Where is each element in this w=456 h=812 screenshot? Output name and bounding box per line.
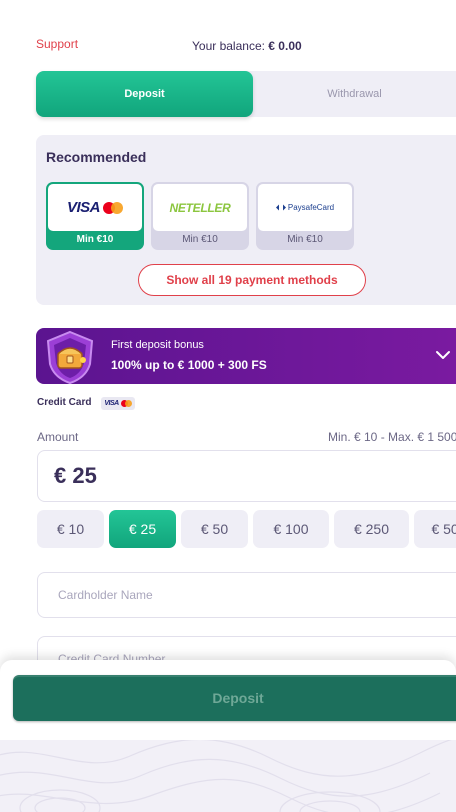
amount-range: Min. € 10 - Max. € 1 500 (328, 430, 456, 444)
visa-small-text: VISA (104, 400, 119, 407)
cardholder-name-field[interactable]: Cardholder Name (37, 572, 456, 618)
payment-method-min: Min €10 (182, 234, 218, 245)
balance-value: € 0.00 (268, 39, 302, 53)
amount-label: Amount (37, 430, 79, 444)
paysafecard-logo: PaysafeCard (258, 184, 352, 231)
visa-logo-text: VISA (66, 199, 101, 216)
amount-input[interactable]: € 25 (37, 450, 456, 502)
neteller-logo-text: NETELLER (169, 200, 231, 215)
payment-method-min: Min €10 (287, 234, 323, 245)
payment-method-neteller[interactable]: NETELLER Min €10 (151, 182, 249, 250)
amount-preset-25[interactable]: € 25 (109, 510, 176, 548)
bonus-title: First deposit bonus (111, 339, 204, 351)
amount-value: € 25 (54, 463, 97, 488)
treasure-chest-shield-icon (46, 330, 94, 384)
deposit-button[interactable]: Deposit (13, 675, 456, 721)
amount-preset-50[interactable]: € 50 (181, 510, 248, 548)
cardholder-name-placeholder: Cardholder Name (58, 588, 153, 602)
background-pattern (0, 738, 456, 812)
chevron-down-icon[interactable] (434, 346, 452, 364)
amount-preset-100[interactable]: € 100 (253, 510, 329, 548)
bottom-action-bar: Deposit (0, 660, 456, 740)
payment-method-visa[interactable]: VISA Min €10 (46, 182, 144, 250)
tab-deposit[interactable]: Deposit (36, 71, 253, 117)
deposit-panel: Support Your balance: € 0.00 Deposit Wit… (0, 0, 456, 740)
amount-preset-250[interactable]: € 250 (334, 510, 409, 548)
balance-label: Your balance: (192, 39, 265, 53)
mastercard-icon (103, 201, 123, 214)
visa-mastercard-logo: VISA (48, 184, 142, 231)
amount-preset-10[interactable]: € 10 (37, 510, 104, 548)
tab-withdrawal[interactable]: Withdrawal (253, 71, 456, 117)
paysafecard-arrows-icon (275, 204, 286, 211)
visa-mastercard-icon: VISA (101, 397, 135, 410)
show-all-methods-button[interactable]: Show all 19 payment methods (138, 264, 366, 296)
support-link[interactable]: Support (36, 37, 78, 51)
first-deposit-bonus-banner[interactable]: First deposit bonus 100% up to € 1000 + … (36, 328, 456, 384)
recommended-section: Recommended VISA Min €10 NETELLER Min €1… (36, 135, 456, 305)
paysafecard-logo-text: PaysafeCard (287, 203, 335, 212)
amount-preset-500[interactable]: € 500 (414, 510, 456, 548)
mastercard-small-icon (120, 400, 132, 407)
neteller-logo: NETELLER (153, 184, 247, 231)
balance: Your balance: € 0.00 (192, 39, 302, 53)
tabs: Deposit Withdrawal (36, 71, 456, 117)
payment-method-paysafecard[interactable]: PaysafeCard Min €10 (256, 182, 354, 250)
credit-card-label: Credit Card (37, 397, 92, 408)
recommended-title: Recommended (46, 149, 147, 165)
payment-method-min: Min €10 (76, 234, 114, 245)
bonus-offer: 100% up to € 1000 + 300 FS (111, 358, 267, 372)
